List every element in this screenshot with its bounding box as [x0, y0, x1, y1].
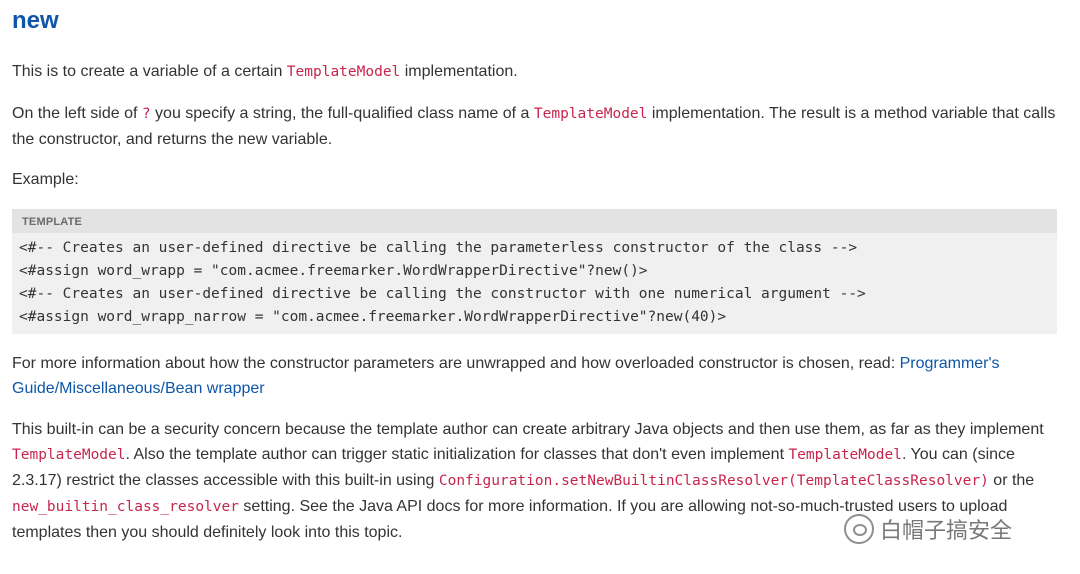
text: . Also the template author can trigger s…: [125, 446, 789, 463]
inline-code: TemplateModel: [286, 64, 401, 80]
text: This is to create a variable of a certai…: [12, 63, 287, 80]
code-block-label: TEMPLATE: [12, 209, 1057, 233]
example-label: Example:: [12, 171, 79, 188]
text: For more information about how the const…: [12, 355, 900, 372]
section-title: new: [12, 7, 59, 34]
code-line: <#assign word_wrapp = "com.acmee.freemar…: [19, 263, 648, 279]
inline-code: TemplateModel: [788, 447, 902, 463]
watermark: 白帽子搞安全: [844, 513, 1012, 545]
wechat-logo-icon: [844, 514, 874, 544]
text: or the: [988, 472, 1035, 489]
inline-code: new_builtin_class_resolver: [12, 499, 239, 515]
more-info-paragraph: For more information about how the const…: [12, 351, 1057, 401]
code-line: <#-- Creates an user-defined directive b…: [19, 240, 858, 256]
inline-code: ?: [141, 106, 151, 122]
code-lines: <#-- Creates an user-defined directive b…: [12, 233, 1057, 329]
text: On the left side of: [12, 105, 142, 122]
watermark-text: 白帽子搞安全: [880, 519, 1013, 544]
code-line: <#-- Creates an user-defined directive b…: [19, 286, 866, 302]
inline-code: Configuration.setNewBuiltinClassResolver…: [438, 473, 989, 489]
inline-code: TemplateModel: [12, 447, 126, 463]
intro-paragraph: This is to create a variable of a certai…: [12, 59, 518, 85]
description-paragraph: On the left side of ? you specify a stri…: [12, 101, 1057, 152]
text: implementation.: [400, 63, 518, 80]
inline-code: TemplateModel: [533, 106, 648, 122]
code-block: TEMPLATE <#-- Creates an user-defined di…: [12, 209, 1057, 334]
text: This built-in can be a security concern …: [12, 421, 1044, 438]
code-line: <#assign word_wrapp_narrow = "com.acmee.…: [19, 309, 727, 325]
text: you specify a string, the full-qualified…: [150, 105, 534, 122]
doc-content: new This is to create a variable of a ce…: [12, 0, 1062, 541]
